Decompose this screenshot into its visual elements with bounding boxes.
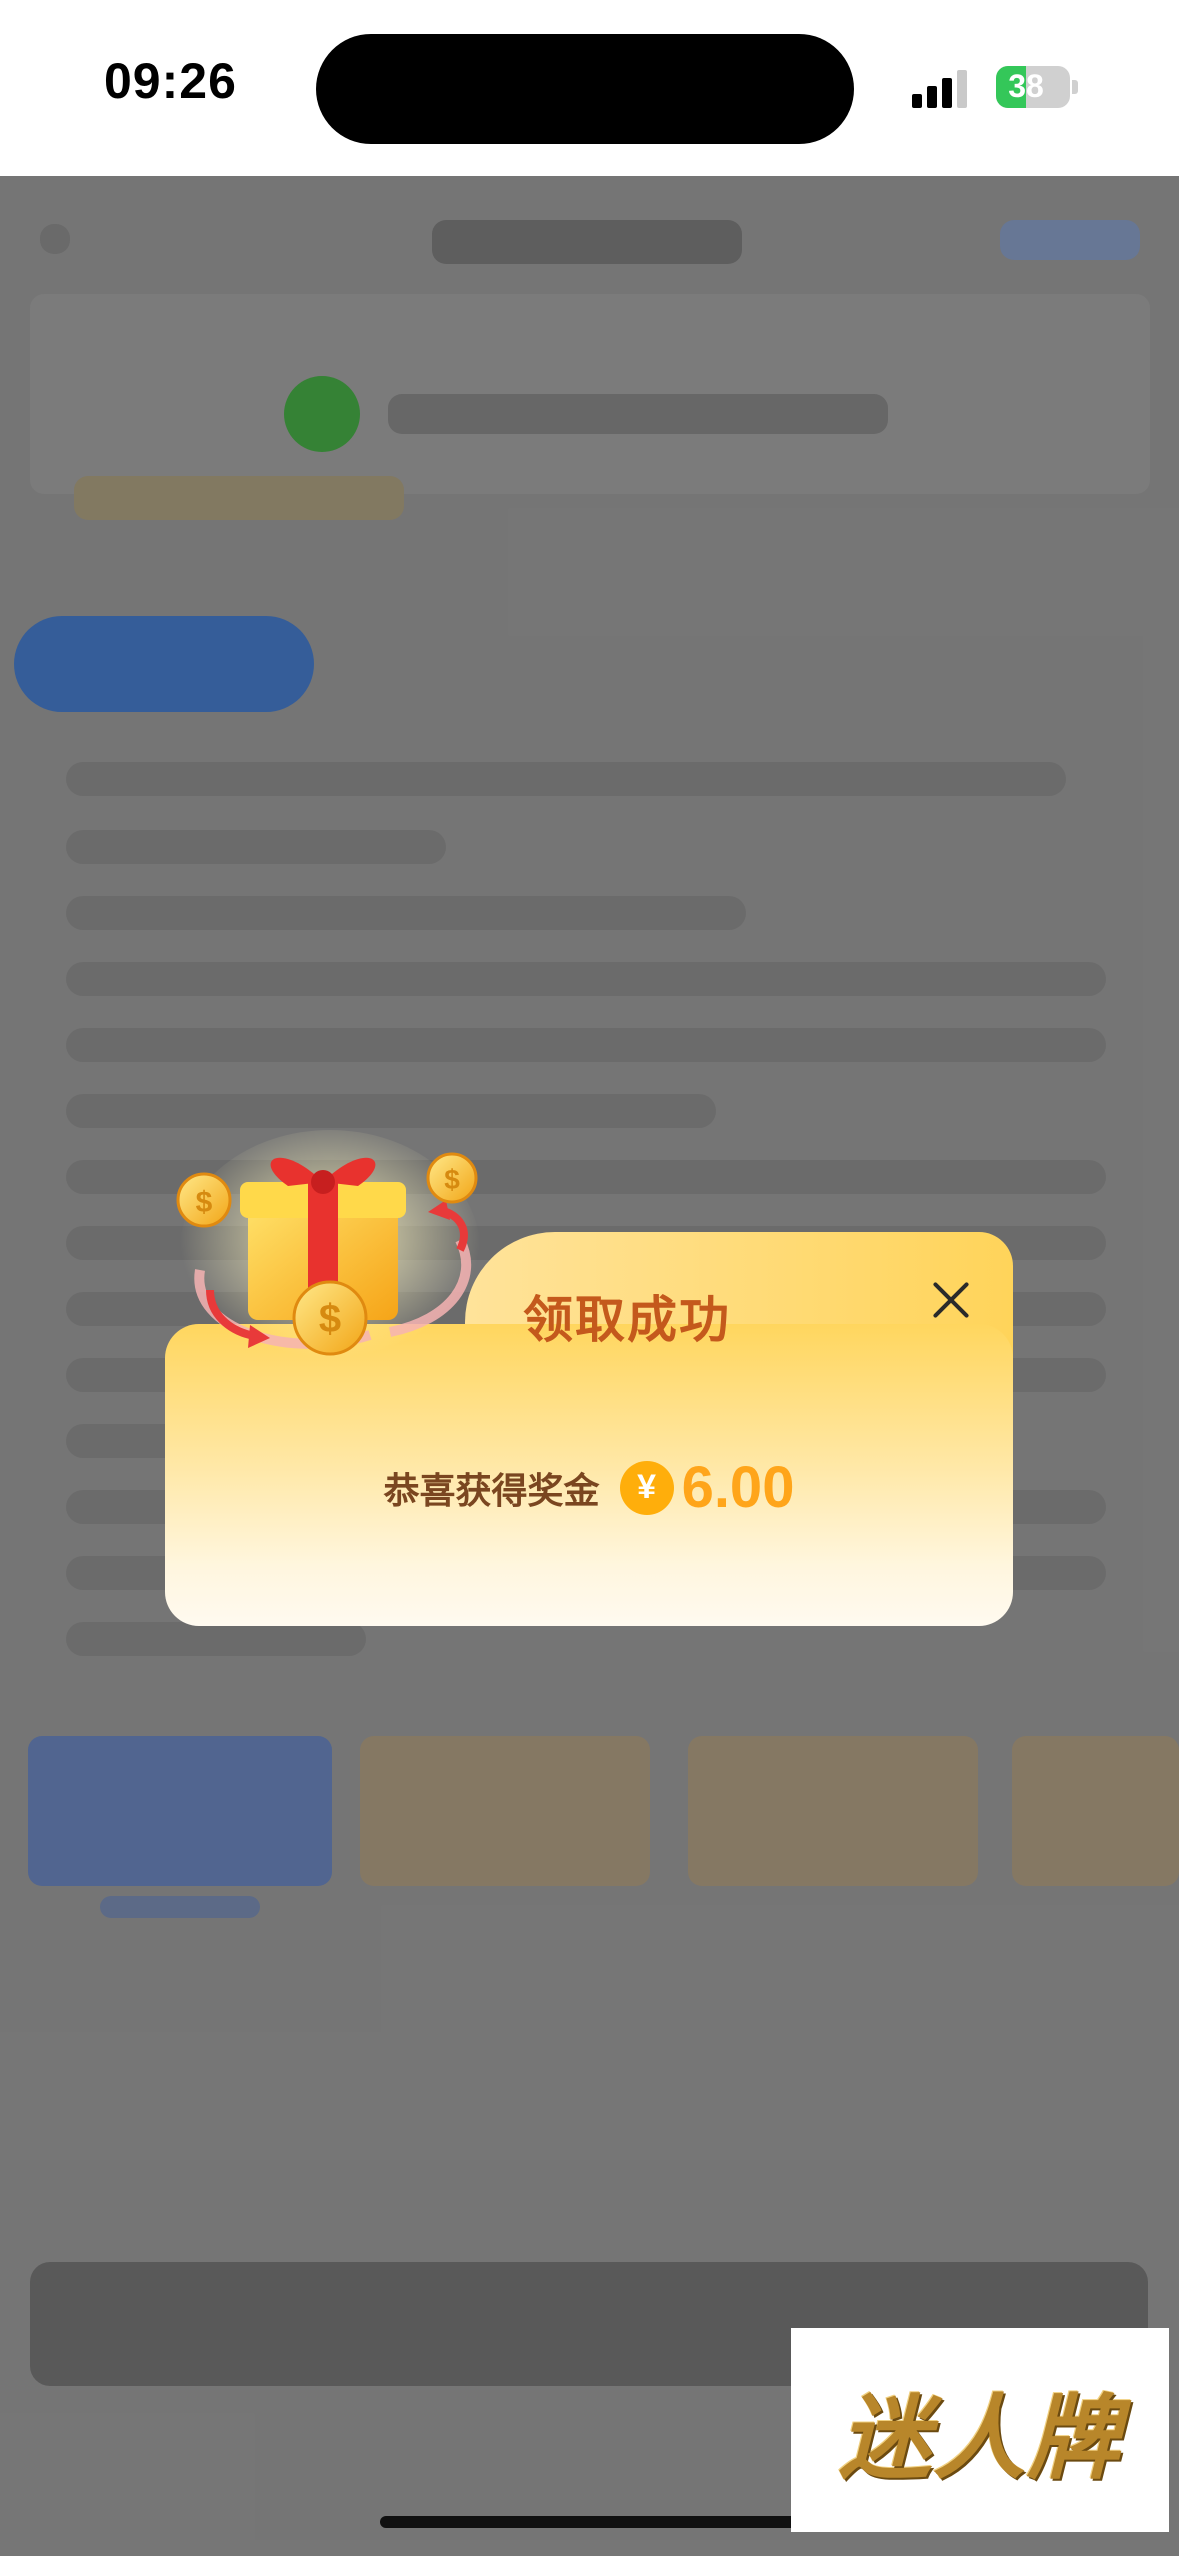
svg-text:$: $: [196, 1186, 213, 1219]
yen-icon: ¥: [619, 1460, 674, 1515]
prize-label: 恭喜获得奖金: [383, 1470, 600, 1512]
svg-text:$: $: [444, 1164, 460, 1195]
signal-icon: [912, 70, 968, 108]
watermark-text: 迷人牌: [838, 2383, 1121, 2492]
home-indicator[interactable]: [380, 2516, 800, 2528]
close-button[interactable]: [923, 1272, 979, 1328]
watermark-logo: 迷人牌: [791, 2328, 1169, 2532]
battery-icon: 38: [996, 66, 1078, 108]
svg-text:$: $: [319, 1297, 341, 1341]
modal-title: 领取成功: [523, 1291, 731, 1349]
status-bar: 09:26 38: [0, 0, 1179, 176]
prize-amount: 6.00: [681, 1455, 795, 1520]
prize-row: 恭喜获得奖金 ¥ 6.00: [165, 1454, 1013, 1521]
status-time: 09:26: [104, 53, 237, 109]
battery-level: 38: [1008, 68, 1044, 104]
gift-icon: $ $ $: [170, 1120, 490, 1390]
dynamic-island: [316, 34, 854, 144]
